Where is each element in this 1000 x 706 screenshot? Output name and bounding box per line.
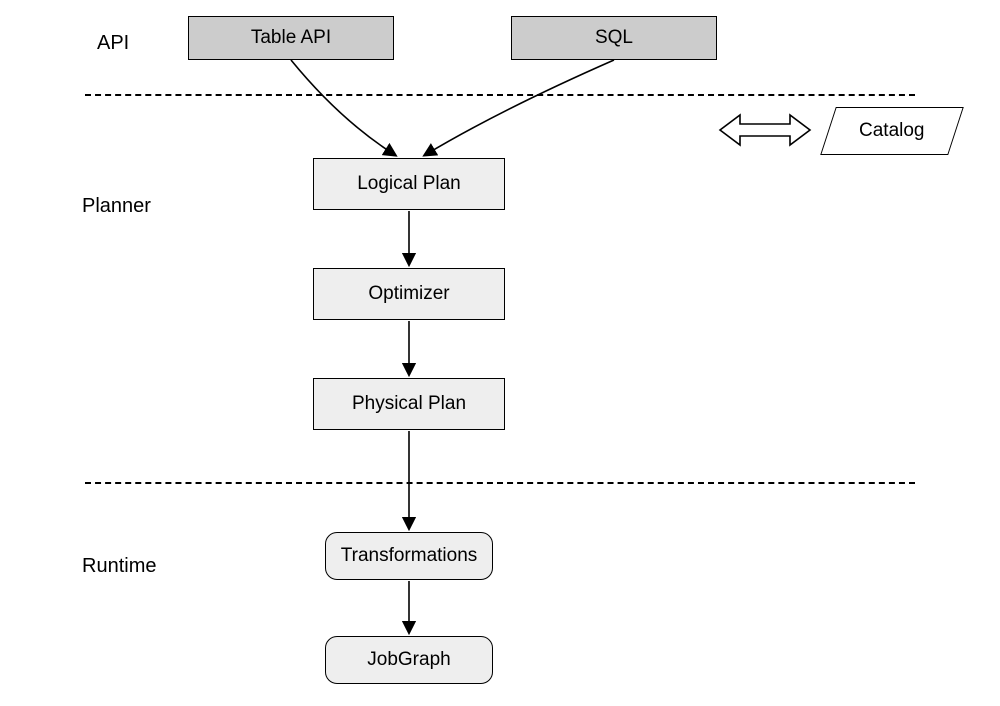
node-catalog-label: Catalog	[859, 120, 925, 142]
node-transformations: Transformations	[325, 532, 493, 580]
node-physical-plan-label: Physical Plan	[352, 393, 466, 415]
node-optimizer-label: Optimizer	[368, 283, 449, 305]
arrow-sql-logicalplan	[425, 60, 614, 155]
node-transformations-label: Transformations	[341, 545, 478, 567]
node-optimizer: Optimizer	[313, 268, 505, 320]
node-table-api: Table API	[188, 16, 394, 60]
section-label-api: API	[97, 32, 129, 55]
node-physical-plan: Physical Plan	[313, 378, 505, 430]
node-sql-label: SQL	[595, 27, 633, 49]
node-jobgraph: JobGraph	[325, 636, 493, 684]
separator-api-planner	[85, 94, 915, 96]
separator-planner-runtime	[85, 482, 915, 484]
arrows-layer	[0, 0, 1000, 706]
architecture-diagram: API Planner Runtime Table API SQL Logica…	[0, 0, 1000, 706]
node-sql: SQL	[511, 16, 717, 60]
section-label-planner: Planner	[82, 195, 151, 218]
arrow-tableapi-logicalplan	[291, 60, 395, 155]
bidirectional-arrow-icon	[720, 115, 810, 145]
node-jobgraph-label: JobGraph	[367, 649, 450, 671]
node-logical-plan: Logical Plan	[313, 158, 505, 210]
node-table-api-label: Table API	[251, 27, 331, 49]
section-label-runtime: Runtime	[82, 555, 156, 578]
node-catalog: Catalog	[820, 107, 964, 155]
node-logical-plan-label: Logical Plan	[357, 173, 461, 195]
